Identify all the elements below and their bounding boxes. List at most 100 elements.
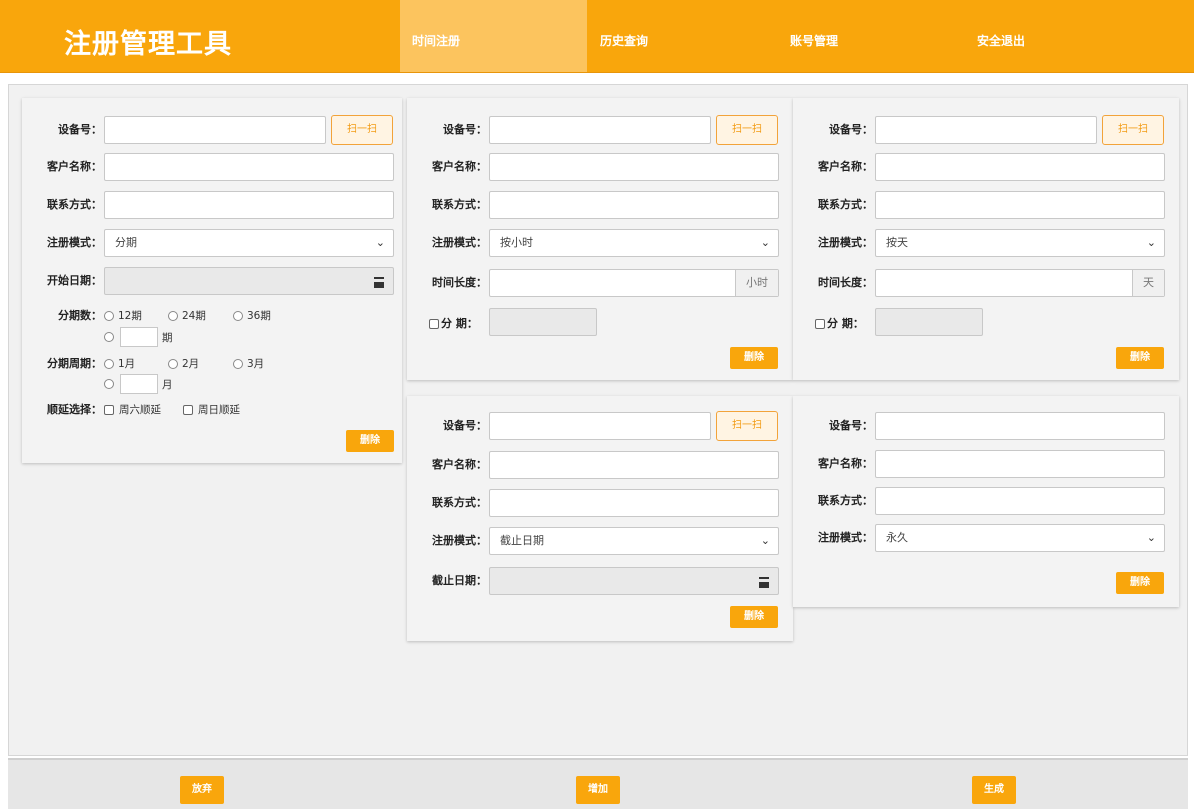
device-label: 设备号： xyxy=(829,123,873,136)
device-number-input[interactable] xyxy=(875,412,1165,440)
contact-input[interactable] xyxy=(875,487,1165,515)
delete-button[interactable]: 删除 xyxy=(730,347,778,369)
customer-label: 客户名称： xyxy=(47,160,102,173)
calendar-icon[interactable] xyxy=(759,577,769,588)
scan-button[interactable]: 扫一扫 xyxy=(331,115,393,145)
contact-label: 联系方式： xyxy=(818,198,873,211)
cycle-option-2: 2月 xyxy=(182,358,200,370)
delete-button[interactable]: 删除 xyxy=(1116,572,1164,594)
installment-checkbox[interactable] xyxy=(429,319,439,329)
duration-unit: 天 xyxy=(1132,270,1164,296)
installment-check-label: 分 期： xyxy=(827,317,864,330)
registration-card-permanent: 设备号： 客户名称： 联系方式： 注册模式： 永久 ⌄ 删除 xyxy=(793,396,1179,607)
installment-radio-24[interactable] xyxy=(168,311,178,321)
app-title: 注册管理工具 xyxy=(64,29,232,60)
device-number-input[interactable] xyxy=(489,116,711,144)
registration-mode-select[interactable]: 分期 ⌄ xyxy=(104,229,394,257)
delete-button[interactable]: 删除 xyxy=(346,430,394,452)
device-label: 设备号： xyxy=(829,419,873,432)
installment-check-label: 分 期： xyxy=(441,317,478,330)
start-date-input[interactable] xyxy=(104,267,394,295)
installment-count-input[interactable] xyxy=(875,308,983,336)
installment-option-12: 12期 xyxy=(118,310,142,322)
installment-radio-custom[interactable] xyxy=(104,332,114,342)
device-label: 设备号： xyxy=(58,123,102,136)
chevron-down-icon: ⌄ xyxy=(760,534,770,547)
chevron-down-icon: ⌄ xyxy=(1146,236,1156,249)
defer-sunday-label: 周日顺延 xyxy=(198,404,240,416)
customer-label: 客户名称： xyxy=(818,160,873,173)
device-number-input[interactable] xyxy=(875,116,1097,144)
contact-label: 联系方式： xyxy=(47,198,102,211)
end-date-input[interactable] xyxy=(489,567,779,595)
customer-label: 客户名称： xyxy=(818,457,873,470)
contact-label: 联系方式： xyxy=(818,494,873,507)
mode-label: 注册模式： xyxy=(432,236,487,249)
cycle-radio-1[interactable] xyxy=(104,359,114,369)
contact-input[interactable] xyxy=(875,191,1165,219)
customer-name-input[interactable] xyxy=(875,450,1165,478)
top-navigation-bar: 注册管理工具 时间注册 历史查询 账号管理 安全退出 xyxy=(0,0,1194,73)
generate-button[interactable]: 生成 xyxy=(972,776,1016,804)
scan-button[interactable]: 扫一扫 xyxy=(716,115,778,145)
installment-option-36: 36期 xyxy=(247,310,271,322)
defer-saturday-label: 周六顺延 xyxy=(119,404,161,416)
registration-card-hourly: 设备号： 扫一扫 客户名称： 联系方式： 注册模式： 按小时 ⌄ 时间长度： 小… xyxy=(407,98,793,380)
registration-mode-select[interactable]: 截止日期 ⌄ xyxy=(489,527,779,555)
installment-checkbox[interactable] xyxy=(815,319,825,329)
registration-card-end-date: 设备号： 扫一扫 客户名称： 联系方式： 注册模式： 截止日期 ⌄ 截止日期： … xyxy=(407,396,793,641)
cycle-option-3: 3月 xyxy=(247,358,265,370)
device-number-input[interactable] xyxy=(489,412,711,440)
defer-label: 顺延选择： xyxy=(47,403,102,416)
scan-button[interactable]: 扫一扫 xyxy=(1102,115,1164,145)
mode-value: 永久 xyxy=(886,531,908,544)
device-number-input[interactable] xyxy=(104,116,326,144)
registration-mode-select[interactable]: 永久 ⌄ xyxy=(875,524,1165,552)
installment-option-24: 24期 xyxy=(182,310,206,322)
installments-label: 分期数： xyxy=(58,309,102,322)
contact-input[interactable] xyxy=(104,191,394,219)
cycle-radio-2[interactable] xyxy=(168,359,178,369)
delete-button[interactable]: 删除 xyxy=(1116,347,1164,369)
customer-name-input[interactable] xyxy=(489,153,779,181)
duration-label: 时间长度： xyxy=(818,276,873,289)
installment-count-input[interactable] xyxy=(489,308,597,336)
cycle-radio-3[interactable] xyxy=(233,359,243,369)
contact-input[interactable] xyxy=(489,191,779,219)
duration-label: 时间长度： xyxy=(432,276,487,289)
contact-input[interactable] xyxy=(489,489,779,517)
add-button[interactable]: 增加 xyxy=(576,776,620,804)
customer-name-input[interactable] xyxy=(104,153,394,181)
tab-safe-logout[interactable]: 安全退出 xyxy=(977,0,1025,72)
mode-label: 注册模式： xyxy=(432,534,487,547)
start-date-label: 开始日期： xyxy=(47,274,102,287)
delete-button[interactable]: 删除 xyxy=(730,606,778,628)
defer-sunday-checkbox[interactable] xyxy=(183,405,193,415)
cycle-custom-input[interactable] xyxy=(120,374,158,394)
registration-card-installment: 设备号： 扫一扫 客户名称： 联系方式： 注册模式： 分期 ⌄ 开始日期： 分期… xyxy=(22,98,402,463)
installment-custom-input[interactable] xyxy=(120,327,158,347)
tab-history-query[interactable]: 历史查询 xyxy=(600,0,648,72)
customer-label: 客户名称： xyxy=(432,458,487,471)
contact-label: 联系方式： xyxy=(432,198,487,211)
customer-label: 客户名称： xyxy=(432,160,487,173)
mode-value: 按天 xyxy=(886,236,908,249)
discard-button[interactable]: 放弃 xyxy=(180,776,224,804)
tab-account-management[interactable]: 账号管理 xyxy=(790,0,838,72)
installment-radio-12[interactable] xyxy=(104,311,114,321)
customer-name-input[interactable] xyxy=(489,451,779,479)
installment-radio-36[interactable] xyxy=(233,311,243,321)
duration-input[interactable]: 小时 xyxy=(489,269,779,297)
registration-mode-select[interactable]: 按小时 ⌄ xyxy=(489,229,779,257)
cycle-option-1: 1月 xyxy=(118,358,136,370)
calendar-icon[interactable] xyxy=(374,277,384,288)
duration-input[interactable]: 天 xyxy=(875,269,1165,297)
customer-name-input[interactable] xyxy=(875,153,1165,181)
defer-saturday-checkbox[interactable] xyxy=(104,405,114,415)
cycle-radio-custom[interactable] xyxy=(104,379,114,389)
scan-button[interactable]: 扫一扫 xyxy=(716,411,778,441)
registration-card-daily: 设备号： 扫一扫 客户名称： 联系方式： 注册模式： 按天 ⌄ 时间长度： 天 … xyxy=(793,98,1179,380)
device-label: 设备号： xyxy=(443,123,487,136)
registration-mode-select[interactable]: 按天 ⌄ xyxy=(875,229,1165,257)
tab-time-registration[interactable]: 时间注册 xyxy=(400,0,587,72)
